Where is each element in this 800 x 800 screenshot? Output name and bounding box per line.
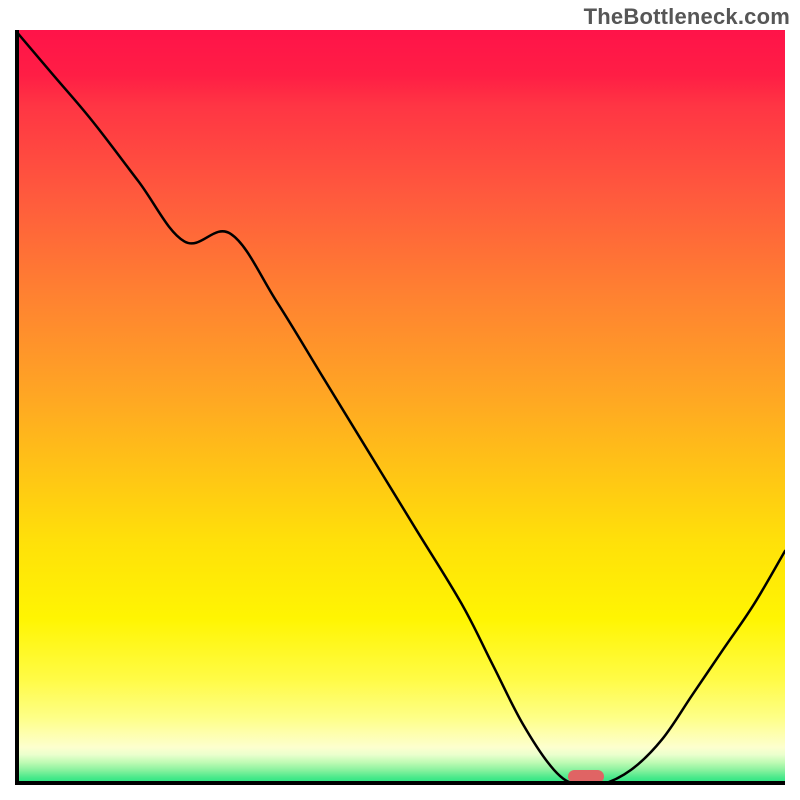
plot-area	[15, 30, 785, 785]
optimal-point-marker	[568, 770, 604, 783]
watermark-text: TheBottleneck.com	[584, 4, 790, 30]
bottleneck-curve	[15, 30, 785, 785]
chart-svg	[15, 30, 785, 785]
